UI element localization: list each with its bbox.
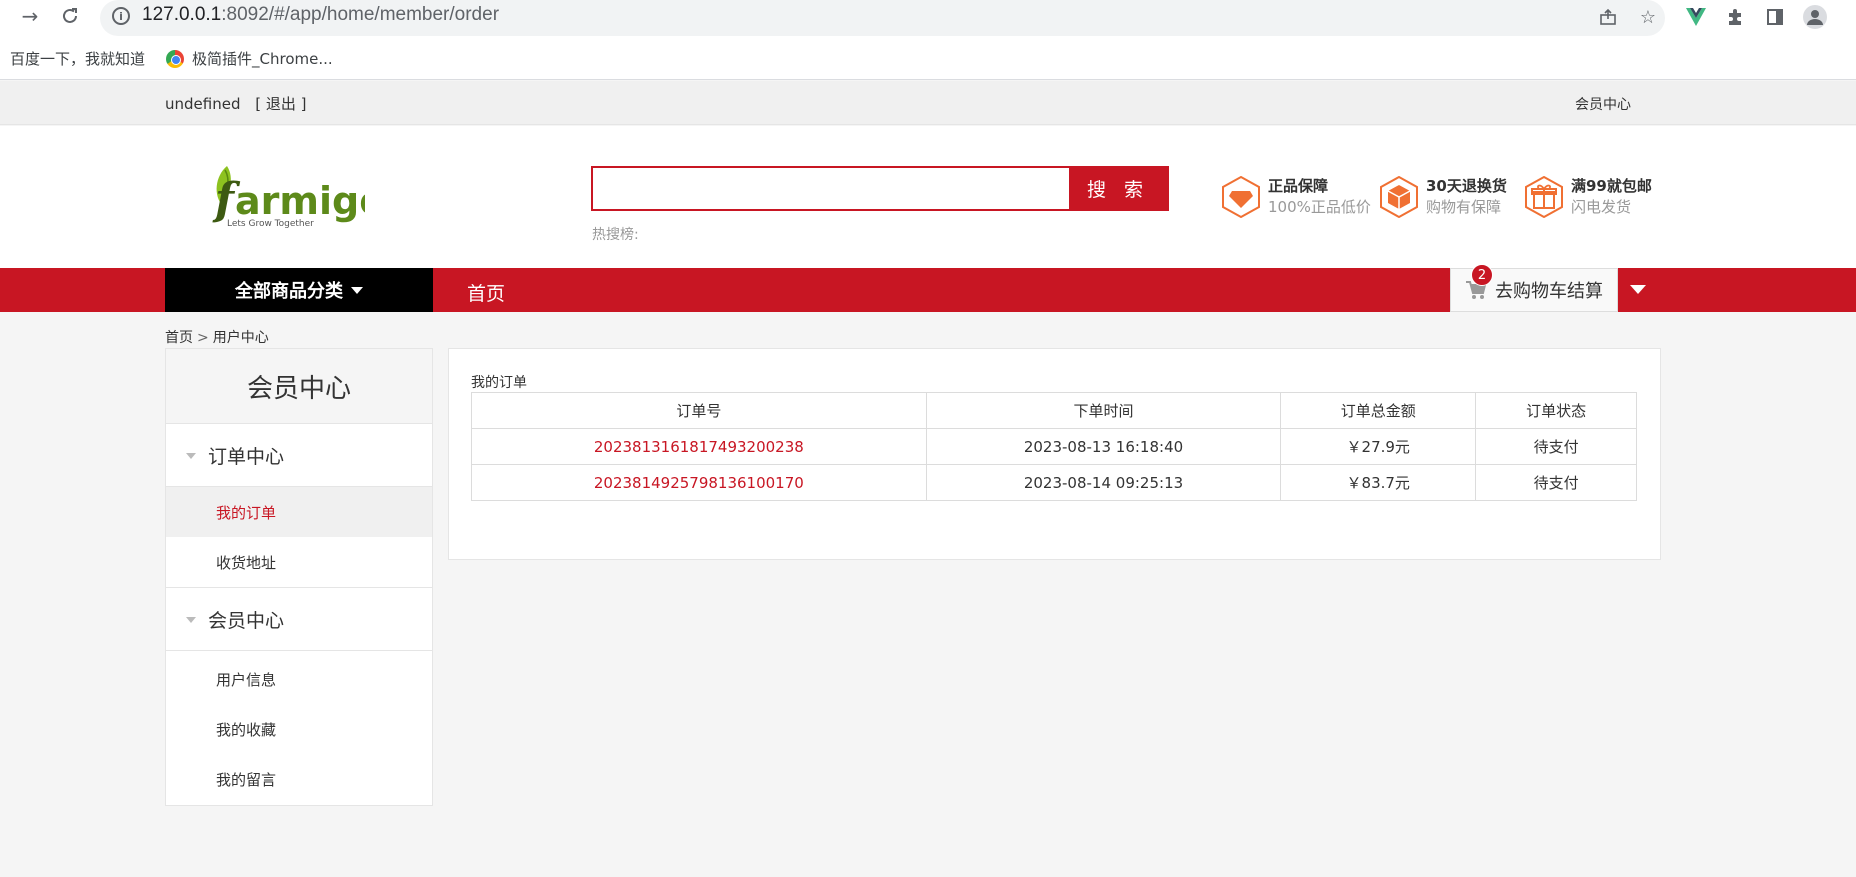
address-bar[interactable]: i 127.0.0.1:8092/#/app/home/member/order… — [100, 0, 1665, 36]
logout-link[interactable]: [ 退出 ] — [255, 95, 306, 113]
orders-title: 我的订单 — [471, 375, 527, 391]
promo-title: 满99就包邮 — [1571, 177, 1652, 195]
column-header: 订单状态 — [1475, 392, 1637, 429]
cart-count-badge: 2 — [1471, 264, 1493, 286]
table-header-row: 订单号 下单时间 订单总金额 订单状态 — [471, 392, 1637, 429]
promo-return: 30天退换货 购物有保障 — [1378, 176, 1507, 218]
svg-text:armigo: armigo — [235, 179, 365, 223]
promo-subtitle: 购物有保障 — [1426, 198, 1502, 216]
all-categories-label: 全部商品分类 — [235, 281, 343, 302]
extensions-puzzle-icon[interactable] — [1722, 4, 1748, 30]
sidebar-group-label: 订单中心 — [208, 446, 285, 468]
table-row: 2023814925798136100170 2023-08-14 09:25:… — [471, 464, 1637, 501]
promo-subtitle: 100%正品低价 — [1268, 198, 1371, 216]
order-amount: ￥27.9元 — [1280, 428, 1477, 465]
bookmarks-bar: 百度一下，我就知道 极简插件_Chrome... — [0, 37, 1856, 80]
member-center-link[interactable]: 会员中心 — [1575, 94, 1631, 114]
reload-icon[interactable] — [56, 2, 84, 30]
sidebar-item-favorites[interactable]: 我的收藏 — [166, 704, 432, 754]
breadcrumb: 首页 > 用户中心 — [165, 327, 269, 347]
site-header: f armigo Lets Grow Together 搜 索 热搜榜: 正品保… — [0, 126, 1856, 268]
column-header: 订单号 — [471, 392, 927, 429]
column-header: 下单时间 — [925, 392, 1282, 429]
user-info: undefined [ 退出 ] — [165, 93, 307, 114]
breadcrumb-separator: > — [197, 330, 209, 346]
hot-search-label: 热搜榜: — [592, 227, 639, 243]
caret-down-icon — [351, 286, 363, 294]
search-input[interactable] — [593, 168, 1069, 209]
promo-title: 30天退换货 — [1426, 177, 1507, 195]
diamond-icon — [1222, 176, 1260, 218]
promo-title: 正品保障 — [1268, 177, 1329, 195]
farmigo-logo[interactable]: f armigo Lets Grow Together — [205, 156, 385, 236]
sidebar-item-user-info[interactable]: 用户信息 — [166, 654, 432, 704]
sidebar-group-label: 会员中心 — [208, 610, 285, 632]
search-box: 搜 索 — [591, 166, 1169, 211]
vue-devtools-icon[interactable] — [1683, 4, 1709, 30]
side-panel-icon[interactable] — [1762, 4, 1788, 30]
promo-subtitle: 闪电发货 — [1571, 198, 1632, 216]
orders-panel: 我的订单 订单号 下单时间 订单总金额 订单状态 202381316181749… — [448, 348, 1661, 560]
cart-label: 去购物车结算 — [1495, 281, 1603, 302]
nav-home-link[interactable]: 首页 — [467, 279, 505, 306]
browser-toolbar: → i 127.0.0.1:8092/#/app/home/member/ord… — [0, 0, 1856, 37]
box-icon — [1380, 176, 1418, 218]
forward-icon[interactable]: → — [16, 2, 44, 30]
username: undefined — [165, 95, 241, 113]
promo-shipping: 满99就包邮 闪电发货 — [1523, 176, 1652, 218]
site-topbar: undefined [ 退出 ] 会员中心 — [0, 81, 1856, 125]
bookmark-baidu[interactable]: 百度一下，我就知道 — [10, 48, 145, 69]
gift-icon — [1525, 176, 1563, 218]
order-number-link[interactable]: 2023814925798136100170 — [471, 464, 927, 501]
search-button[interactable]: 搜 索 — [1069, 168, 1167, 209]
triangle-down-icon — [186, 616, 196, 623]
profile-avatar-icon[interactable] — [1802, 4, 1828, 30]
main-navbar: 全部商品分类 首页 去购物车结算 — [0, 268, 1856, 312]
sidebar-group-orders[interactable]: 订单中心 — [166, 425, 432, 487]
sidebar-group-member[interactable]: 会员中心 — [166, 589, 432, 651]
member-sidebar: 会员中心 订单中心 我的订单 收货地址 会员中心 用户信息 我的收藏 我的留言 — [165, 348, 433, 806]
order-status: 待支付 — [1475, 428, 1637, 465]
site-info-icon[interactable]: i — [112, 7, 130, 25]
sidebar-item-messages[interactable]: 我的留言 — [166, 754, 432, 804]
svg-text:Lets Grow Together: Lets Grow Together — [227, 219, 314, 229]
orders-table: 订单号 下单时间 订单总金额 订单状态 20238131618174932002… — [471, 392, 1637, 501]
breadcrumb-current: 用户中心 — [212, 330, 269, 346]
order-time: 2023-08-13 16:18:40 — [925, 428, 1282, 465]
sidebar-item-address[interactable]: 收货地址 — [166, 537, 432, 588]
url-text[interactable]: 127.0.0.1:8092/#/app/home/member/order — [142, 4, 499, 26]
column-header: 订单总金额 — [1280, 392, 1477, 429]
order-time: 2023-08-14 09:25:13 — [925, 464, 1282, 501]
triangle-down-icon — [186, 452, 196, 459]
order-amount: ￥83.7元 — [1280, 464, 1477, 501]
promo-genuine: 正品保障 100%正品低价 — [1220, 176, 1371, 218]
breadcrumb-home[interactable]: 首页 — [165, 330, 193, 346]
cart-dropdown-icon[interactable] — [1630, 285, 1646, 294]
share-icon[interactable] — [1595, 4, 1621, 30]
sidebar-title: 会员中心 — [166, 349, 432, 424]
chrome-icon — [166, 49, 184, 68]
table-row: 2023813161817493200238 2023-08-13 16:18:… — [471, 428, 1637, 465]
order-status: 待支付 — [1475, 464, 1637, 501]
bookmark-chrome-plugin[interactable]: 极简插件_Chrome... — [166, 48, 333, 69]
sidebar-item-my-orders[interactable]: 我的订单 — [166, 487, 432, 537]
all-categories-button[interactable]: 全部商品分类 — [165, 268, 433, 312]
bookmark-star-icon[interactable]: ☆ — [1635, 4, 1661, 30]
order-number-link[interactable]: 2023813161817493200238 — [471, 428, 927, 465]
